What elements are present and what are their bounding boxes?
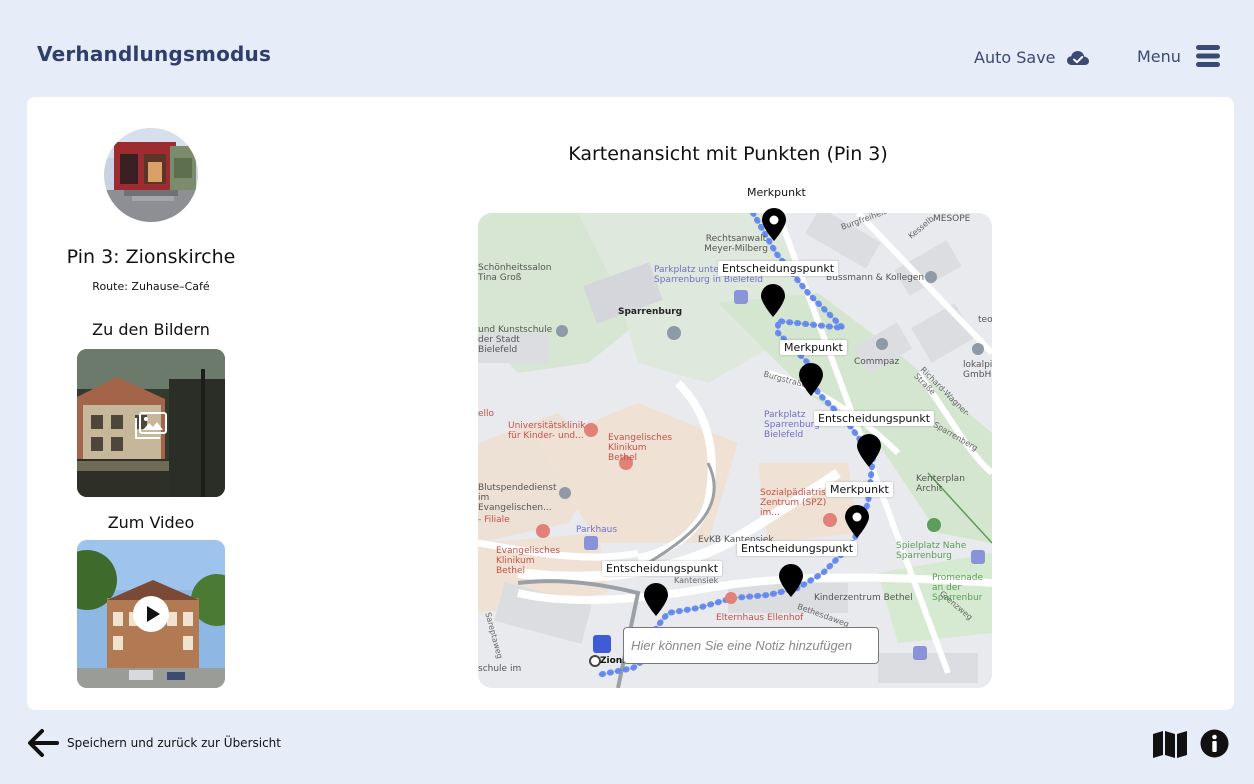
- marker-label: Entscheidungspunkt: [718, 261, 839, 276]
- map-label-evklinikum: Evangelisches Klinikum Bethel: [608, 433, 673, 463]
- entscheidungspunkt-pin-icon[interactable]: [760, 284, 786, 318]
- map-label-parkhaus: Parkhaus: [576, 525, 618, 535]
- images-thumbnail[interactable]: [77, 349, 225, 497]
- auto-save-label: Auto Save: [974, 48, 1056, 67]
- images-section-title: Zu den Bildern: [92, 320, 210, 339]
- map-label-evklinikum2: Evangelisches Klinikum Bethel: [496, 546, 561, 576]
- video-section-title: Zum Video: [107, 513, 195, 532]
- route-label: Route: Zuhause–Café: [92, 280, 210, 293]
- save-and-back-button[interactable]: Speichern und zurück zur Übersicht: [27, 728, 281, 758]
- app-title: Verhandlungsmodus: [37, 42, 272, 66]
- menu-label: Menu: [1137, 46, 1181, 66]
- map-label-kunstschule: und Kunstschule der Stadt Bielefeld: [478, 325, 553, 355]
- marker-label: Entscheidungspunkt: [814, 411, 935, 426]
- map-label-commpaz: Commpaz: [854, 357, 900, 367]
- pin-title: Pin 3: Zionskirche: [66, 246, 236, 268]
- hamburger-icon: [1195, 45, 1220, 67]
- map-label-teo: teo: [978, 315, 992, 325]
- top-bar: Verhandlungsmodus Auto Save Menu: [0, 0, 1254, 97]
- map-label-sparrenburg: Sparrenburg: [618, 307, 683, 317]
- marker-label: Entscheidungspunkt: [737, 541, 858, 556]
- map-title: Kartenansicht mit Punkten (Pin 3): [568, 143, 888, 165]
- gallery-icon: [135, 412, 167, 439]
- arrow-left-icon: [28, 729, 59, 757]
- map-label-blutspende: Blutspendedienst im Evangelischen...: [478, 483, 557, 513]
- play-icon[interactable]: [133, 596, 169, 632]
- map-label-kinderzentrum: Kinderzentrum Bethel: [814, 593, 913, 603]
- map-label-mesope: MESOPE: [933, 214, 971, 224]
- map-label-kenterplan: Kenterplan Archit: [916, 474, 965, 494]
- map-view[interactable]: Rechtsanwalt Meyer-Milberg MESOPE Bussma…: [478, 213, 992, 688]
- map-label-schoenheit: Schönheitssalon Tina Groß: [478, 263, 552, 283]
- map-label-filiale: - Filiale: [478, 515, 510, 525]
- merkpunkt-pin-icon[interactable]: [761, 208, 787, 242]
- map-label-bussmann: Bussmann & Kollegen: [826, 273, 925, 283]
- map-label-uniklinik: Universitätsklinik für Kinder- und...: [508, 421, 586, 441]
- merkpunkt-pin-icon[interactable]: [844, 505, 870, 539]
- entscheidungspunkt-pin-icon[interactable]: [643, 583, 669, 617]
- map-label-ello: ello: [478, 409, 495, 419]
- merkpunkt-pin-icon[interactable]: [798, 363, 824, 397]
- info-icon[interactable]: [1200, 729, 1229, 758]
- marker-label: Merkpunkt: [826, 482, 893, 497]
- location-avatar: [104, 128, 198, 222]
- marker-label: Merkpunkt: [780, 340, 847, 355]
- menu-button[interactable]: Menu: [1137, 44, 1221, 68]
- street-label-kantensiek: Kantensiek: [674, 576, 719, 585]
- save-and-back-label: Speichern und zurück zur Übersicht: [67, 736, 281, 750]
- map-label-elternhaus: Elternhaus Ellenhof: [716, 613, 804, 623]
- video-thumbnail[interactable]: [77, 540, 225, 688]
- map-label-schule: schule im: [478, 664, 522, 674]
- cloud-check-icon: [1066, 50, 1089, 65]
- entscheidungspunkt-pin-icon[interactable]: [778, 564, 804, 598]
- note-input[interactable]: [623, 627, 879, 664]
- marker-label: Entscheidungspunkt: [602, 561, 723, 576]
- map-label-spielplatz: Spielplatz Nahe Sparrenburg: [896, 541, 967, 561]
- auto-save-button[interactable]: Auto Save: [974, 48, 1090, 67]
- marker-label: Merkpunkt: [747, 186, 806, 199]
- map-label-lokalp: lokalpi GmbH: [963, 360, 992, 380]
- entscheidungspunkt-pin-icon[interactable]: [856, 434, 882, 468]
- map-icon[interactable]: [1152, 730, 1188, 758]
